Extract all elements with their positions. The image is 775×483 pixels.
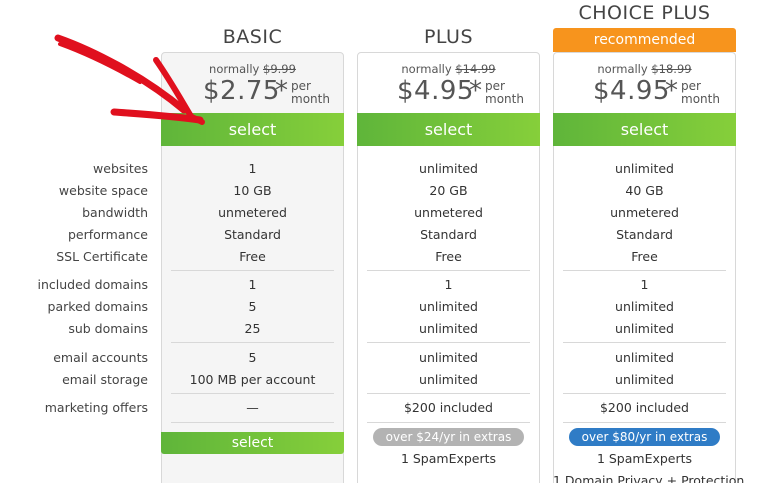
price-month-label: month: [485, 92, 524, 106]
normally-label: normally: [401, 62, 452, 76]
divider: [171, 342, 334, 343]
choice-email-storage: unlimited: [615, 372, 674, 387]
divider: [171, 393, 334, 394]
normal-price-plus: normally $14.99: [357, 62, 540, 76]
price-asterisk: *: [469, 76, 483, 106]
divider: [171, 270, 334, 271]
basic-parked-domains: 5: [248, 299, 257, 314]
strike-price: $14.99: [455, 62, 496, 76]
feature-label-marketing-offers: marketing offers: [44, 400, 148, 415]
choice-included-domains: 1: [640, 277, 649, 292]
choice-parked-domains: unlimited: [615, 299, 674, 314]
price-asterisk: *: [665, 76, 679, 106]
basic-bandwidth: unmetered: [218, 205, 287, 220]
strike-price: $18.99: [651, 62, 692, 76]
price-per-label: per: [291, 79, 311, 93]
plan-name-choice-plus: CHOICE PLUS: [578, 2, 711, 24]
divider: [563, 270, 726, 271]
feature-label-parked-domains: parked domains: [47, 299, 148, 314]
plus-included-domains: 1: [444, 277, 453, 292]
price-month-label: month: [291, 92, 330, 106]
normally-label: normally: [597, 62, 648, 76]
plus-marketing-offers: $200 included: [403, 400, 493, 415]
price-choice-plus: $4.95: [593, 76, 670, 106]
feature-label-email-storage: email storage: [62, 372, 148, 387]
feature-label-email-accounts: email accounts: [53, 350, 148, 365]
select-button-plus[interactable]: select: [357, 113, 540, 146]
plus-extra-item: 1 SpamExperts: [400, 451, 497, 466]
feature-label-bandwidth: bandwidth: [82, 205, 148, 220]
normally-label: normally: [209, 62, 260, 76]
basic-ssl: Free: [239, 249, 266, 264]
feature-label-sub-domains: sub domains: [68, 321, 148, 336]
choice-sub-domains: unlimited: [615, 321, 674, 336]
divider: [563, 342, 726, 343]
divider: [563, 393, 726, 394]
basic-sub-domains: 25: [244, 321, 261, 336]
choice-websites: unlimited: [615, 161, 674, 176]
plus-bandwidth: unmetered: [414, 205, 483, 220]
plus-ssl: Free: [435, 249, 462, 264]
choice-extra-item-2: 1 Domain Privacy + Protection: [553, 473, 745, 483]
choice-extra-item: 1 SpamExperts: [596, 451, 693, 466]
choice-marketing-offers: $200 included: [599, 400, 689, 415]
hand-drawn-arrow-icon: [54, 34, 205, 125]
choice-email-accounts: unlimited: [615, 350, 674, 365]
plus-email-storage: unlimited: [419, 372, 478, 387]
extras-badge-plus: over $24/yr in extras: [373, 428, 524, 446]
plus-website-space: 20 GB: [429, 183, 468, 198]
price-plus: $4.95: [397, 76, 474, 106]
plus-sub-domains: unlimited: [419, 321, 478, 336]
feature-label-websites: websites: [93, 161, 148, 176]
select-button-choice-plus[interactable]: select: [553, 113, 736, 146]
divider: [367, 270, 530, 271]
basic-website-space: 10 GB: [233, 183, 272, 198]
plus-performance: Standard: [420, 227, 477, 242]
divider: [367, 342, 530, 343]
price-row-plus: $4.95 * per month: [357, 76, 540, 108]
recommended-ribbon: recommended: [553, 28, 736, 52]
divider: [367, 393, 530, 394]
choice-performance: Standard: [616, 227, 673, 242]
price-basic: $2.75: [203, 76, 280, 106]
choice-bandwidth: unmetered: [610, 205, 679, 220]
price-row-choice-plus: $4.95 * per month: [553, 76, 736, 108]
plus-email-accounts: unlimited: [419, 350, 478, 365]
feature-label-ssl: SSL Certificate: [56, 249, 148, 264]
divider: [367, 422, 530, 423]
normal-price-choice-plus: normally $18.99: [553, 62, 736, 76]
plus-websites: unlimited: [419, 161, 478, 176]
basic-performance: Standard: [224, 227, 281, 242]
choice-ssl: Free: [631, 249, 658, 264]
feature-label-performance: performance: [67, 227, 148, 242]
plus-parked-domains: unlimited: [419, 299, 478, 314]
basic-email-storage: 100 MB per account: [189, 372, 316, 387]
price-asterisk: *: [275, 76, 289, 106]
price-per-label: per: [681, 79, 701, 93]
basic-email-accounts: 5: [248, 350, 257, 365]
feature-label-website-space: website space: [58, 183, 148, 198]
basic-marketing-offers: —: [246, 400, 259, 415]
feature-label-included-domains: included domains: [37, 277, 148, 292]
price-month-label: month: [681, 92, 720, 106]
divider: [563, 422, 726, 423]
strike-price: $9.99: [263, 62, 296, 76]
plan-name-plus: PLUS: [423, 26, 474, 48]
price-per-label: per: [485, 79, 505, 93]
basic-websites: 1: [248, 161, 257, 176]
divider: [171, 422, 334, 423]
extras-badge-choice-plus: over $80/yr in extras: [569, 428, 720, 446]
select-button-basic-bottom[interactable]: select: [161, 432, 344, 454]
choice-website-space: 40 GB: [625, 183, 664, 198]
basic-included-domains: 1: [248, 277, 257, 292]
